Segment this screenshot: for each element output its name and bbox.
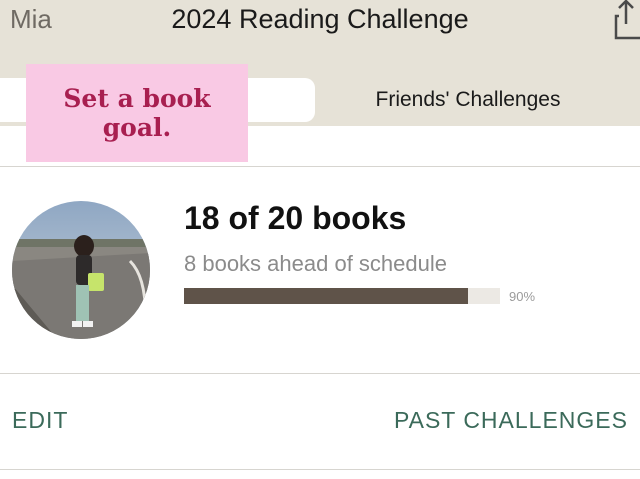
books-progress-text: 18 of 20 books: [184, 200, 407, 236]
page-title: 2024 Reading Challenge: [171, 4, 469, 34]
progress-bar: [184, 288, 500, 304]
divider: [0, 469, 640, 470]
share-button[interactable]: [606, 0, 640, 40]
tab-friends-label: Friends' Challenges: [375, 88, 561, 111]
goal-sticker: Set a book goal.: [26, 64, 248, 162]
divider: [0, 166, 640, 167]
avatar: [12, 201, 150, 339]
tab-friends-challenges[interactable]: Friends' Challenges: [330, 78, 640, 122]
divider: [0, 373, 640, 374]
sticker-text: Set a book goal.: [63, 84, 211, 142]
share-icon: [614, 0, 640, 40]
past-challenges-button[interactable]: PAST CHALLENGES: [394, 407, 628, 434]
progress-bar-fill: [184, 288, 469, 304]
schedule-status: 8 books ahead of schedule: [184, 251, 447, 276]
edit-button[interactable]: EDIT: [12, 407, 68, 434]
progress-percent: 90%: [509, 289, 536, 304]
avatar-photo: [12, 201, 150, 339]
